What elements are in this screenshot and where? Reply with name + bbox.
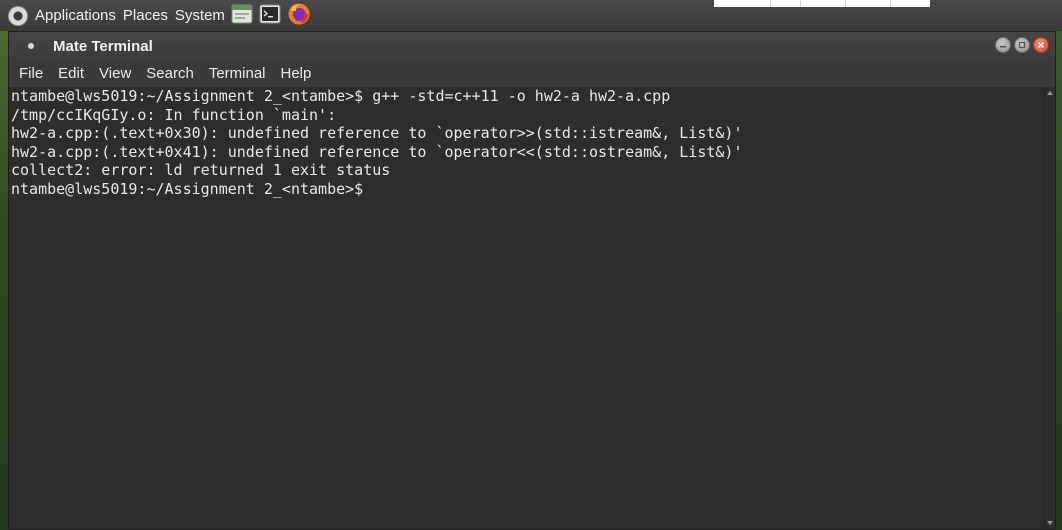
close-button[interactable] (1033, 37, 1049, 53)
scroll-down-icon[interactable] (1047, 521, 1053, 525)
menu-edit[interactable]: Edit (58, 65, 84, 82)
minimize-button[interactable] (995, 37, 1011, 53)
terminal-menubar: File Edit View Search Terminal Help (9, 60, 1055, 87)
terminal-icon[interactable] (259, 3, 281, 29)
terminal-prompt-line: ntambe@lws5019:~/Assignment 2_<ntambe>$ (11, 179, 364, 198)
top-panel: Applications Places System (0, 0, 1062, 31)
terminal-line: /tmp/ccIKqGIy.o: In function `main': (11, 105, 337, 124)
terminal-output[interactable]: ntambe@lws5019:~/Assignment 2_<ntambe>$ … (9, 87, 1045, 529)
mate-logo-icon[interactable] (8, 5, 28, 26)
panel-menu-system[interactable]: System (175, 7, 225, 24)
menu-file[interactable]: File (19, 65, 43, 82)
menu-view[interactable]: View (99, 65, 131, 82)
window-title: Mate Terminal (53, 37, 153, 55)
panel-menu-places[interactable]: Places (123, 7, 168, 24)
terminal-line: hw2-a.cpp:(.text+0x30): undefined refere… (11, 124, 743, 143)
maximize-button[interactable] (1014, 37, 1030, 53)
window-titlebar[interactable]: Mate Terminal (9, 32, 1055, 60)
window-controls (995, 37, 1049, 53)
terminal-window: Mate Terminal File Edit View Search Term… (8, 31, 1056, 530)
firefox-icon[interactable] (287, 2, 311, 30)
window-menu-icon[interactable] (28, 43, 34, 49)
terminal-line: ntambe@lws5019:~/Assignment 2_<ntambe>$ … (11, 87, 671, 105)
panel-window-strip (714, 0, 930, 7)
menu-help[interactable]: Help (281, 65, 312, 82)
menu-terminal[interactable]: Terminal (209, 65, 266, 82)
terminal-line: collect2: error: ld returned 1 exit stat… (11, 161, 391, 180)
panel-menu-applications[interactable]: Applications (35, 7, 116, 24)
desktop-background-left (0, 31, 8, 530)
terminal-scrollbar[interactable] (1044, 87, 1055, 529)
scroll-up-icon[interactable] (1047, 91, 1053, 95)
desktop-background-right (1056, 31, 1062, 530)
file-manager-icon[interactable] (231, 3, 253, 29)
terminal-line: hw2-a.cpp:(.text+0x41): undefined refere… (11, 142, 743, 161)
menu-search[interactable]: Search (146, 65, 194, 82)
